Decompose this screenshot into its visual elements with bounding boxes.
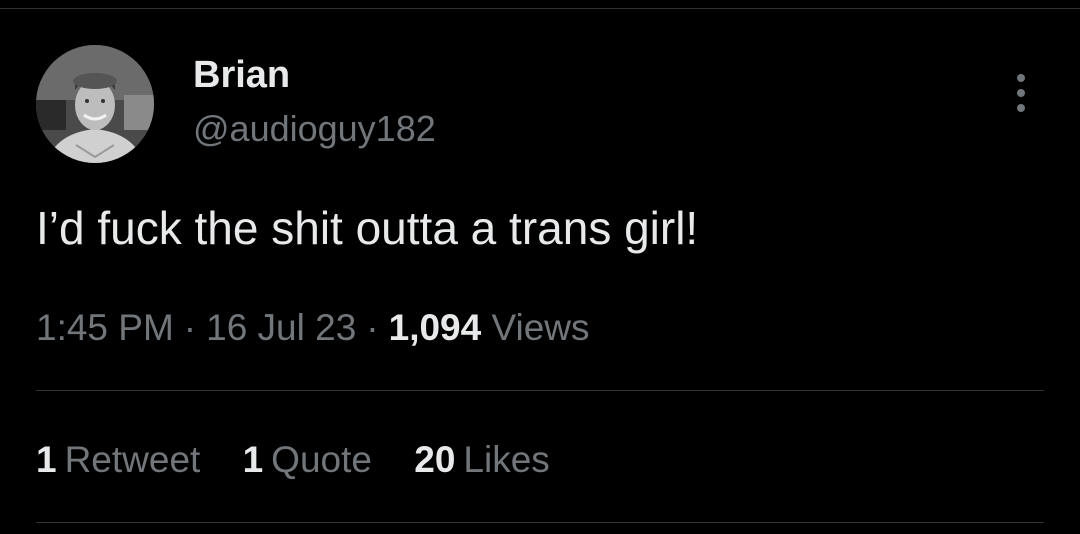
divider: [36, 390, 1044, 391]
like-label: Likes: [463, 439, 550, 480]
meta-separator: ·: [366, 307, 379, 348]
divider: [36, 522, 1044, 523]
quotes-stat[interactable]: 1 Quote: [243, 436, 372, 484]
views-label: Views: [491, 307, 590, 348]
meta-separator: ·: [183, 307, 197, 348]
likes-stat[interactable]: 20 Likes: [414, 436, 550, 484]
quote-label: Quote: [271, 439, 372, 480]
quote-count: 1: [242, 439, 264, 480]
retweets-stat[interactable]: 1 Retweet: [36, 436, 200, 484]
tweet: Brian @audioguy182 I’d fuck the shit out…: [0, 0, 1080, 534]
tweet-meta: 1:45 PM · 16 Jul 23 · 1,094 Views: [36, 304, 590, 352]
more-options-icon[interactable]: [1002, 68, 1038, 118]
retweet-count: 1: [36, 439, 57, 480]
author-name[interactable]: Brian: [193, 52, 290, 98]
author-handle[interactable]: @audioguy182: [193, 107, 436, 151]
like-count: 20: [414, 439, 456, 480]
avatar[interactable]: [36, 45, 154, 163]
tweet-date[interactable]: 16 Jul 23: [206, 307, 356, 348]
tweet-stats: 1 Retweet 1 Quote 20 Likes: [36, 436, 582, 484]
tweet-text: I’d fuck the shit outta a trans girl!: [36, 202, 699, 254]
avatar-image: [36, 45, 154, 163]
tweet-time[interactable]: 1:45 PM: [36, 307, 174, 348]
views-count: 1,094: [388, 307, 482, 348]
retweet-label: Retweet: [64, 439, 201, 480]
